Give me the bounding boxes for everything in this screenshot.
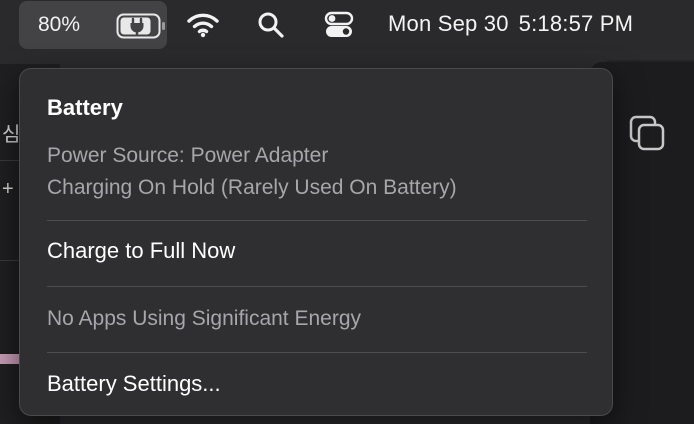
copy-icon[interactable]	[628, 114, 668, 159]
color-strip	[0, 354, 20, 364]
menu-divider	[47, 286, 587, 287]
divider	[0, 160, 20, 161]
battery-charging-icon	[116, 13, 168, 44]
battery-settings-item[interactable]: Battery Settings...	[47, 371, 221, 397]
divider	[0, 260, 20, 261]
power-source-text: Power Source: Power Adapter	[47, 144, 329, 167]
charging-status-text: Charging On Hold (Rarely Used On Battery…	[47, 176, 457, 199]
menu-bar: 80% Mon Sep 30 5:18:57 PM	[0, 0, 694, 50]
clock[interactable]: Mon Sep 30 5:18:57 PM	[388, 11, 633, 37]
battery-percent: 80%	[38, 13, 81, 36]
menu-divider	[47, 220, 587, 221]
menu-divider	[47, 352, 587, 353]
energy-status-text: No Apps Using Significant Energy	[47, 307, 362, 330]
time-text: 5:18:57 PM	[518, 11, 634, 36]
battery-menu: Battery Power Source: Power Adapter Char…	[19, 68, 613, 416]
add-glyph: +	[2, 178, 14, 200]
menu-title: Battery	[47, 95, 123, 120]
sidebar-glyph: 심	[2, 124, 21, 146]
control-center-icon[interactable]	[319, 9, 359, 41]
battery-status-button[interactable]: 80%	[19, 1, 167, 49]
charge-to-full-now-item[interactable]: Charge to Full Now	[47, 238, 235, 264]
date-text: Mon Sep 30	[388, 11, 509, 36]
search-icon[interactable]	[253, 9, 289, 41]
wifi-icon[interactable]	[183, 9, 223, 41]
